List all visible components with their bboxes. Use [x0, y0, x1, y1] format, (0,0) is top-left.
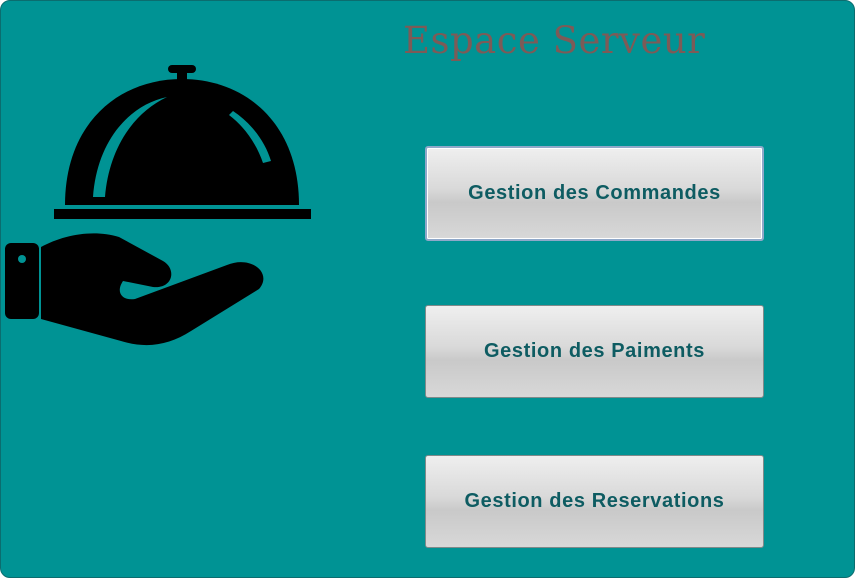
manage-orders-label: Gestion des Commandes: [468, 182, 721, 204]
page-title: Espace Serveur: [403, 19, 706, 62]
manage-payments-button[interactable]: Gestion des Paiments: [425, 305, 764, 398]
waiter-space-window: Espace Serveur Gestion des Commandes Ges…: [0, 0, 855, 578]
manage-payments-label: Gestion des Paiments: [484, 340, 705, 362]
manage-reservations-label: Gestion des Reservations: [464, 490, 725, 512]
manage-reservations-button[interactable]: Gestion des Reservations: [425, 455, 764, 548]
manage-orders-button[interactable]: Gestion des Commandes: [425, 146, 764, 241]
waiter-serving-cloche-icon: [5, 65, 311, 346]
